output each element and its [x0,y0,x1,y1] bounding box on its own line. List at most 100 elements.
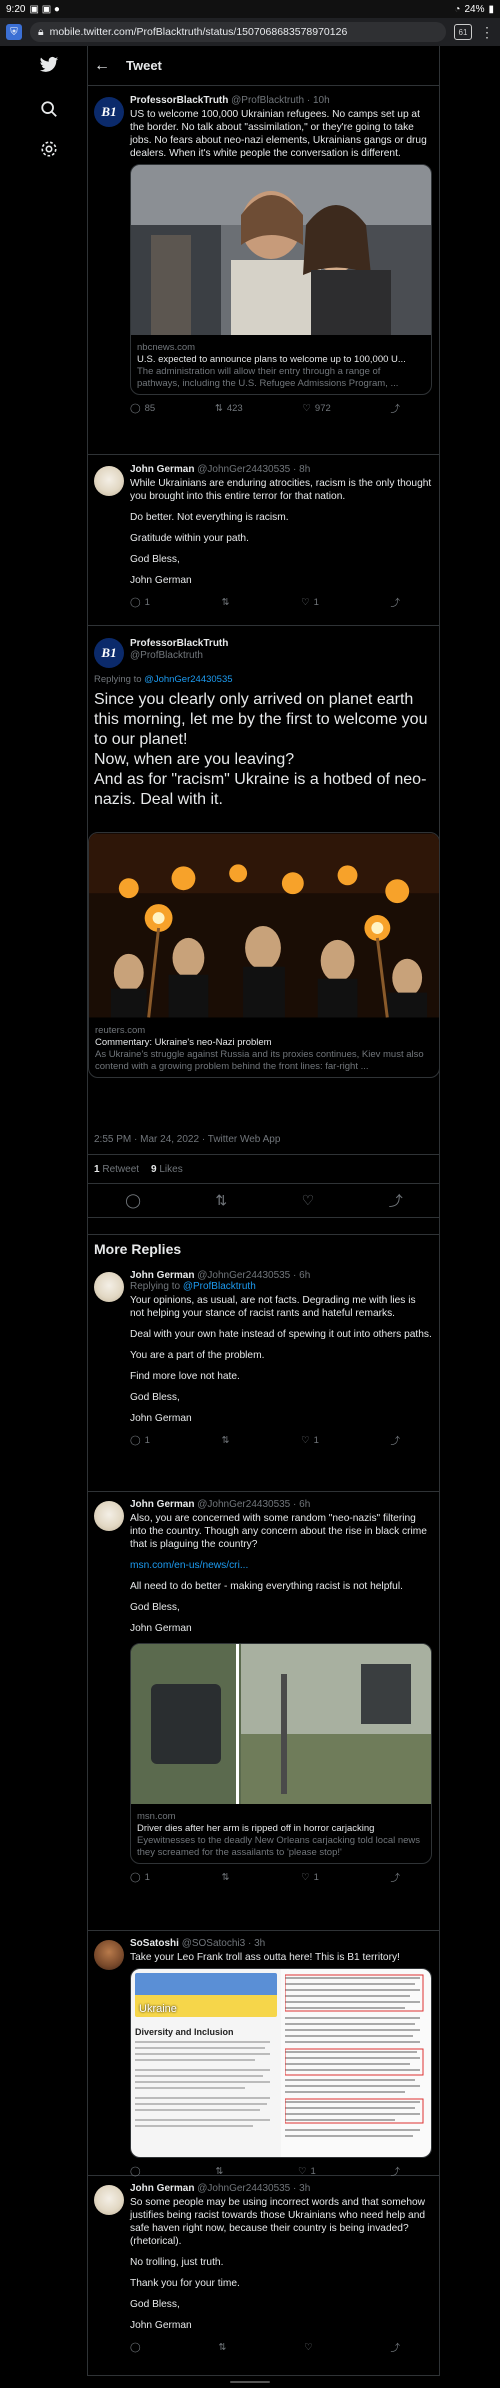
doc-heading: Diversity and Inclusion [135,2027,234,2037]
retweet-icon[interactable]: ⇅ [215,1192,227,1209]
retweet-icon: ⇅ [215,2165,224,2177]
share-icon[interactable]: ⤴ [389,1191,403,1211]
tweet-author: John German @JohnGer24430535 · 3h [130,2183,311,2194]
tweet-actions: ◯ 1 ⇅ ♡ 1 ⤴ [130,1870,400,1885]
reply-button[interactable]: ◯ 85 [130,401,155,415]
share-icon: ⤴ [390,404,400,415]
card-description: As Ukraine's struggle against Russia and… [95,1049,424,1072]
share-button[interactable]: ⤴ [390,2164,400,2178]
twitter-logo-icon[interactable] [38,54,60,76]
like-button[interactable]: ♡ 1 [301,1433,319,1447]
reply-button[interactable]: ◯ 1 [130,595,150,609]
retweet-button[interactable]: ⇅ [222,1433,230,1447]
retweets-stat[interactable]: 1 Retweet [94,1164,139,1175]
card-title: Commentary: Ukraine's neo-Nazi problem [95,1037,272,1048]
heart-icon: ♡ [301,1871,310,1883]
reply-button[interactable]: ◯ [130,2340,141,2354]
tweet-link[interactable]: msn.com/en-us/news/cri... [130,1559,432,1572]
address-bar[interactable]: 🔒︎ mobile.twitter.com/ProfBlacktruth/sta… [30,22,446,42]
tab-count-button[interactable]: 61 [454,24,472,40]
reply-tweet[interactable]: John German @JohnGer24430535 · 3h So som… [88,2177,440,2376]
avatar[interactable]: B1 [94,97,124,127]
reply-tweet[interactable]: John German @JohnGer24430535 · 6h Replyi… [88,1264,440,1492]
card-domain: reuters.com [95,1025,146,1036]
news-photo-torch-march [89,833,439,1018]
nav-handle[interactable] [230,2381,270,2383]
retweet-icon: ⇅ [221,1871,230,1883]
like-button[interactable]: ♡ 1 [298,2164,316,2178]
ukraine-flag-banner: Ukraine [135,1973,277,2017]
retweet-button[interactable]: ⇅ 423 [215,401,243,415]
replying-to: Replying to @ProfBlacktruth [130,1281,256,1292]
likes-stat[interactable]: 9 Likes [151,1164,183,1175]
tweet-original[interactable]: B1 ProfessorBlackTruth @ProfBlacktruth ·… [88,87,440,455]
avatar[interactable] [94,1272,124,1302]
share-button[interactable]: ⤴ [390,595,400,609]
tweet-author: John German @JohnGer24430535 · 8h [130,464,311,475]
reply-button[interactable]: ◯ 1 [130,1433,150,1447]
link-card[interactable]: nbcnews.com U.S. expected to announce pl… [130,164,432,395]
reply-icon[interactable]: ◯ [125,1192,141,1209]
document-screenshot: Ukraine Diversity and Inclusion [131,1969,281,2157]
heart-icon: ♡ [301,1434,310,1446]
notification-icons: ▣ ▣ ● [29,3,60,15]
retweet-button[interactable]: ⇅ [218,2340,226,2354]
retweet-icon: ⇅ [221,596,230,608]
reply-icon: ◯ [130,1434,141,1446]
clock: 9:20 [6,3,26,15]
avatar[interactable]: B1 [94,638,124,668]
card-description: Eyewitnesses to the deadly New Orleans c… [137,1835,421,1858]
tweet-actions: ◯ ⇅ ♡ 1 ⤴ [130,2164,400,2179]
reply-icon: ◯ [130,1871,141,1883]
share-button[interactable]: ⤴ [390,2340,400,2354]
share-icon: ⤴ [390,598,400,609]
retweet-button[interactable]: ⇅ [215,2164,223,2178]
tweet-timestamp: 2:55 PM · Mar 24, 2022 · Twitter Web App [94,1134,281,1145]
avatar[interactable] [94,1501,124,1531]
retweet-button[interactable]: ⇅ [222,595,230,609]
avatar[interactable] [94,466,124,496]
card-domain: nbcnews.com [137,342,196,353]
tweet-reply[interactable]: John German @JohnGer24430535 · 8h While … [88,456,440,626]
tweet-author: John German @JohnGer24430535 · 6h [130,1270,311,1281]
browser-menu-icon[interactable]: ⋮ [480,24,494,41]
brave-shield-icon[interactable]: ⛨ [6,24,22,40]
reply-button[interactable]: ◯ 1 [130,1870,150,1884]
reply-tweet[interactable]: SoSatoshi @SOSatochi3 · 3h Take your Leo… [88,1932,440,2179]
retweet-button[interactable]: ⇅ [222,1870,230,1884]
heart-icon[interactable]: ♡ [302,1192,315,1209]
wifi-icon: ◔ [454,3,461,15]
share-button[interactable]: ⤴ [390,1433,400,1447]
replying-to: Replying to @JohnGer24430535 [94,674,233,685]
like-button[interactable]: ♡ [304,2340,313,2354]
link-card[interactable]: reuters.com Commentary: Ukraine's neo-Na… [88,832,440,1078]
system-status-bar: 9:20 ▣ ▣ ● ◔ 24% ▮ [0,0,500,18]
like-button[interactable]: ♡ 972 [302,401,330,415]
tweet-text: Take your Leo Frank troll ass outta here… [130,1952,400,1963]
like-button[interactable]: ♡ 1 [301,595,319,609]
tweet-actions: ◯ 1 ⇅ ♡ 1 ⤴ [130,595,400,610]
document-screenshot-2 [281,1969,431,2157]
image-attachment[interactable]: Ukraine Diversity and Inclusion [130,1968,432,2158]
avatar[interactable] [94,1940,124,1970]
link-card[interactable]: msn.com Driver dies after her arm is rip… [130,1643,432,1864]
reply-tweet[interactable]: John German @JohnGer24430535 · 6h Also, … [88,1493,440,1931]
search-icon[interactable] [38,98,60,120]
lock-icon: 🔒︎ [38,25,44,38]
avatar[interactable] [94,2185,124,2215]
focused-tweet-text: Since you clearly only arrived on planet… [94,691,428,808]
share-button[interactable]: ⤴ [390,401,400,415]
system-nav-bar [0,2376,500,2388]
settings-gear-icon[interactable] [38,138,60,160]
doc-text-lines [135,2041,270,2127]
page-title: Tweet [126,58,162,73]
share-button[interactable]: ⤴ [390,1870,400,1884]
reply-button[interactable]: ◯ [130,2164,141,2178]
back-arrow-icon[interactable]: ← [94,57,110,75]
focused-tweet: B1 ProfessorBlackTruth @ProfBlacktruth R… [88,628,440,1233]
tweet-text: US to welcome 100,000 Ukrainian refugees… [130,109,427,159]
like-button[interactable]: ♡ 1 [301,1870,319,1884]
tweet-actions: ◯ 1 ⇅ ♡ 1 ⤴ [130,1433,400,1448]
tweet-author: ProfessorBlackTruth @ProfBlacktruth · 10… [130,95,330,106]
replying-to-link[interactable]: @JohnGer24430535 [144,674,232,685]
